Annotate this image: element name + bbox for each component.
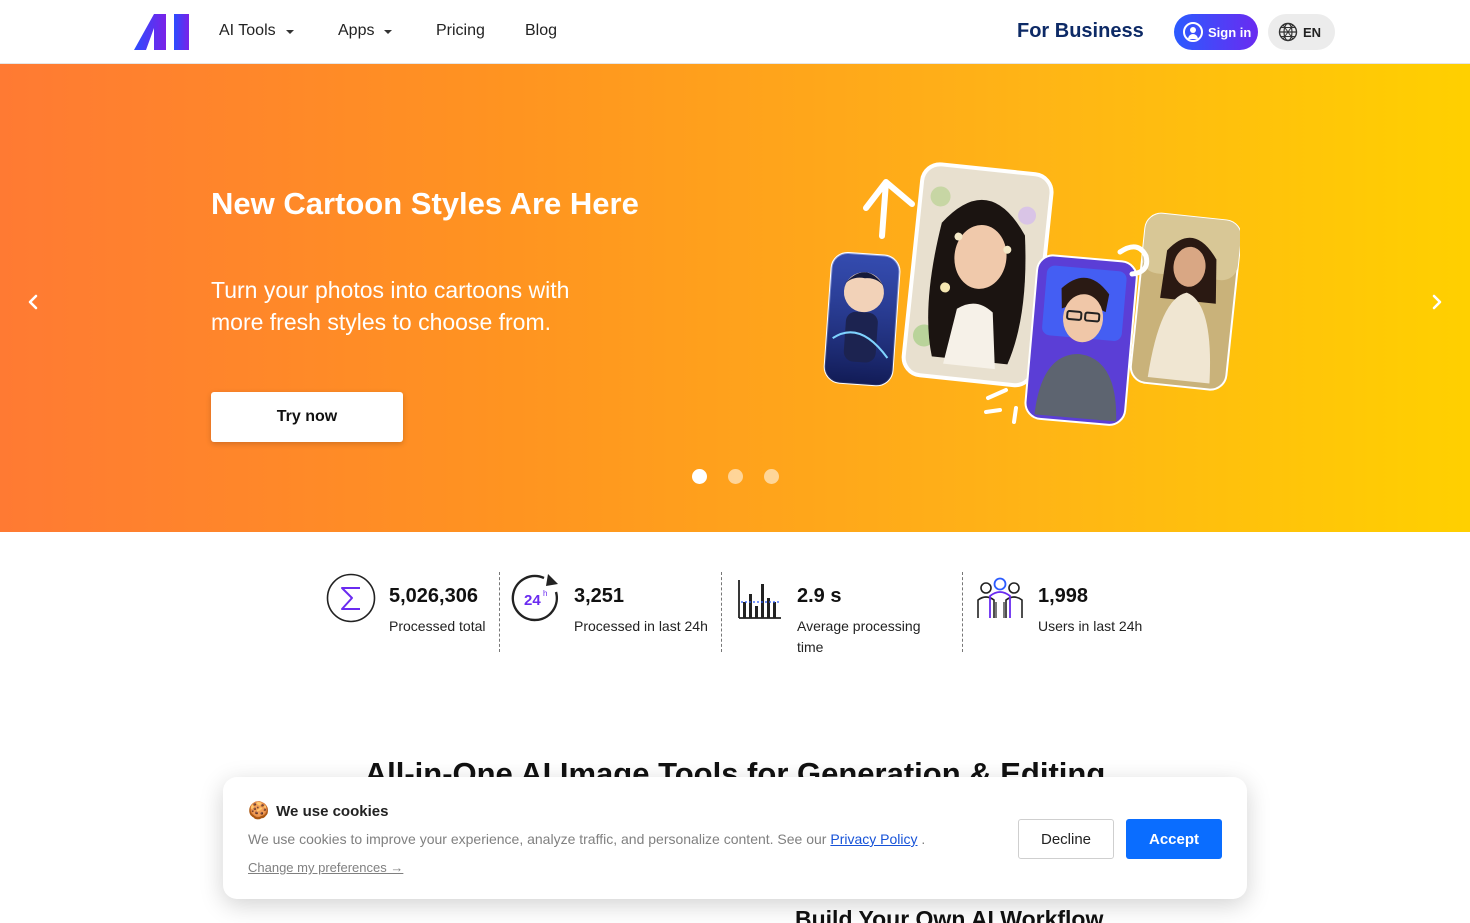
chevron-right-icon[interactable] [1425,290,1449,314]
stat-value: 3,251 [574,585,625,607]
stats-bar: 5,026,306 Processed total 24 h 3,251 Pro… [0,532,1470,682]
carousel-dots [692,469,779,484]
stat-label: Processed total [389,618,486,634]
cookie-message-text: We use cookies to improve your experienc… [248,831,827,847]
logo-icon[interactable] [134,14,190,50]
globe-icon [1278,22,1298,42]
stat-avg-time: 2.9 s Average processing time [733,572,947,658]
stat-divider [721,572,722,652]
stat-value: 1,998 [1038,585,1089,607]
stat-value: 5,026,306 [389,585,478,607]
stat-label: Processed in last 24h [574,618,708,634]
cookie-icon: 🍪 [248,801,270,820]
svg-text:h: h [543,589,547,598]
cookie-title-text: We use cookies [276,802,389,820]
workflow-title: Build Your Own AI Workflow [795,906,1104,923]
try-now-button[interactable]: Try now [211,392,403,442]
stat-processed-24h: 24 h 3,251 Processed in last 24h [510,572,708,637]
language-selector[interactable]: EN [1268,14,1335,50]
hero-carousel: New Cartoon Styles Are Here Turn your ph… [0,64,1470,532]
stat-processed-total: 5,026,306 Processed total [325,572,486,637]
hero-title: New Cartoon Styles Are Here [211,186,639,221]
sigma-icon [326,573,376,623]
nav-apps-label: Apps [338,22,375,39]
cookie-message-end: . [921,831,926,847]
stat-divider [499,572,500,652]
clock-24h-icon: 24 h [511,574,558,622]
stat-label: Users in last 24h [1038,618,1143,634]
site-header: AI Tools Apps Pricing Blog For Business … [0,0,1470,64]
sign-in-button[interactable]: Sign in [1174,14,1258,50]
carousel-dot-1[interactable] [692,469,707,484]
cartoon-styles-illustration [823,162,1240,426]
cookie-title: 🍪 We use cookies [248,801,388,821]
stat-label: Average processing time [797,618,921,655]
chevron-left-icon[interactable] [21,290,45,314]
privacy-policy-link[interactable]: Privacy Policy [830,831,917,847]
accept-button[interactable]: Accept [1126,819,1222,859]
nav-blog-label: Blog [525,22,558,39]
for-business-link[interactable]: For Business [1017,20,1144,43]
stat-value: 2.9 s [797,585,842,607]
stat-users-24h: 1,998 Users in last 24h [974,572,1142,637]
bar-chart-icon [738,580,781,619]
sign-in-label: Sign in [1208,24,1252,40]
hero-subtitle: Turn your photos into cartoons with more… [211,277,570,335]
users-group-icon [977,577,1023,618]
carousel-dot-2[interactable] [728,469,743,484]
chevron-down-icon [384,30,393,34]
cookie-banner: 🍪 We use cookies We use cookies to impro… [223,777,1247,899]
nav-blog[interactable]: Blog [525,22,557,40]
language-label: EN [1303,24,1322,40]
stat-divider [962,572,963,652]
change-preferences-link[interactable]: Change my preferences → [248,860,403,875]
decline-button[interactable]: Decline [1018,819,1114,859]
nav-ai-tools[interactable]: AI Tools [219,22,294,40]
nav-apps[interactable]: Apps [338,22,393,40]
nav-ai-tools-label: AI Tools [219,22,276,39]
carousel-dot-3[interactable] [764,469,779,484]
nav-pricing-label: Pricing [436,22,485,39]
cookie-message: We use cookies to improve your experienc… [248,831,925,847]
user-icon [1183,22,1203,42]
svg-text:24: 24 [524,592,541,609]
nav-pricing[interactable]: Pricing [436,22,485,40]
chevron-down-icon [285,30,294,34]
